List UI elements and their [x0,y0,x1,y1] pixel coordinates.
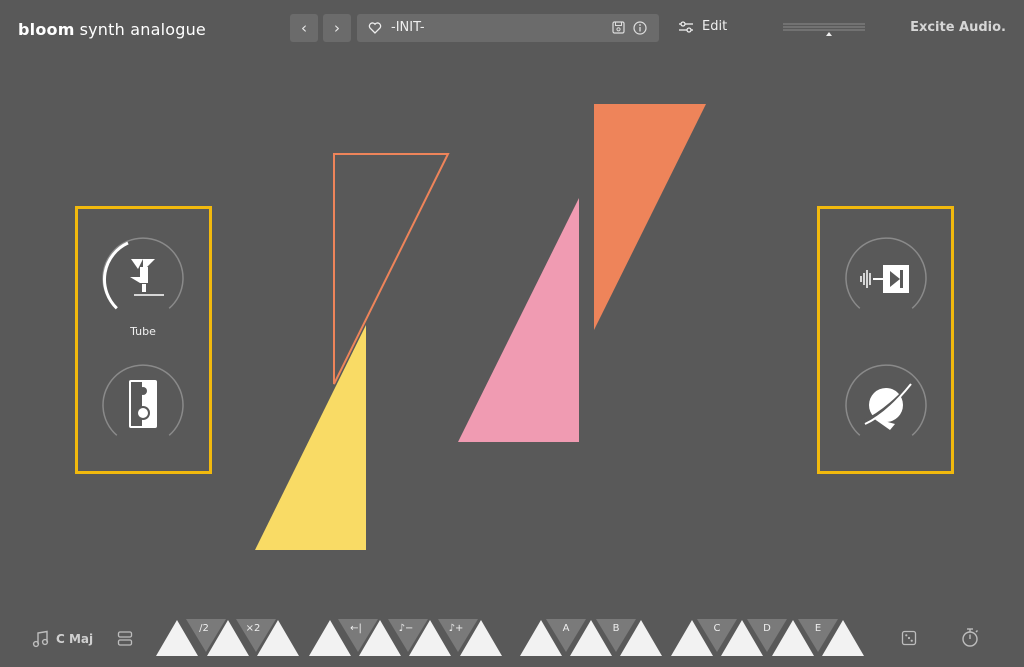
save-icon[interactable] [612,21,625,34]
tube-knob-label: Tube [130,325,156,338]
pad-e-label: E [815,623,821,634]
pad-double-label: ×2 [246,623,261,634]
preset-name: -INIT- [391,20,425,35]
pad-d-label: D [763,623,771,634]
info-icon[interactable] [633,21,647,35]
chevron-right-icon: › [334,19,340,37]
pink-triangle [458,198,579,442]
brand-subtitle: synth analogue [79,20,206,39]
sliders-icon [679,20,693,33]
company-logo: Excite Audio. [910,20,1006,35]
pad-back-label: ←| [350,623,362,634]
chevron-left-icon: ‹ [301,19,307,37]
pad-note-minus-label: ♪− [399,623,414,634]
trigger-pads[interactable]: /2 ×2 ←| ♪− ♪+ A B C D E [0,610,1024,667]
heart-icon[interactable] [368,21,382,35]
pad-note-plus-label: ♪+ [449,623,464,634]
pad-half-label: /2 [199,623,209,634]
orange-outline-triangle [333,153,450,385]
preset-selector[interactable]: -INIT- [357,14,659,42]
pad-a-label: A [563,623,570,634]
brand-bold: bloom [18,20,75,39]
prev-preset-button[interactable]: ‹ [290,14,318,42]
pad-b-label: B [613,623,620,634]
compressor-knob[interactable] [843,237,929,323]
timer-button[interactable] [960,627,980,648]
speaker-icon [129,380,157,428]
speaker-knob[interactable] [100,364,186,450]
next-preset-button[interactable]: › [323,14,351,42]
brand-title: bloom synth analogue [18,20,206,39]
dice-icon [901,630,917,646]
yellow-triangle [255,325,366,550]
tube-distortion-icon [130,259,164,296]
randomize-button[interactable] [901,630,917,646]
tube-knob[interactable] [100,237,186,323]
orbit-knob[interactable] [843,364,929,450]
edit-label: Edit [702,19,728,34]
edit-button[interactable]: Edit [678,19,727,34]
stopwatch-icon [962,628,978,647]
compressor-icon [860,265,909,293]
orbit-icon [862,383,912,430]
orange-triangle [594,104,706,330]
output-level-meter[interactable] [783,22,865,36]
pad-c-label: C [714,623,721,634]
